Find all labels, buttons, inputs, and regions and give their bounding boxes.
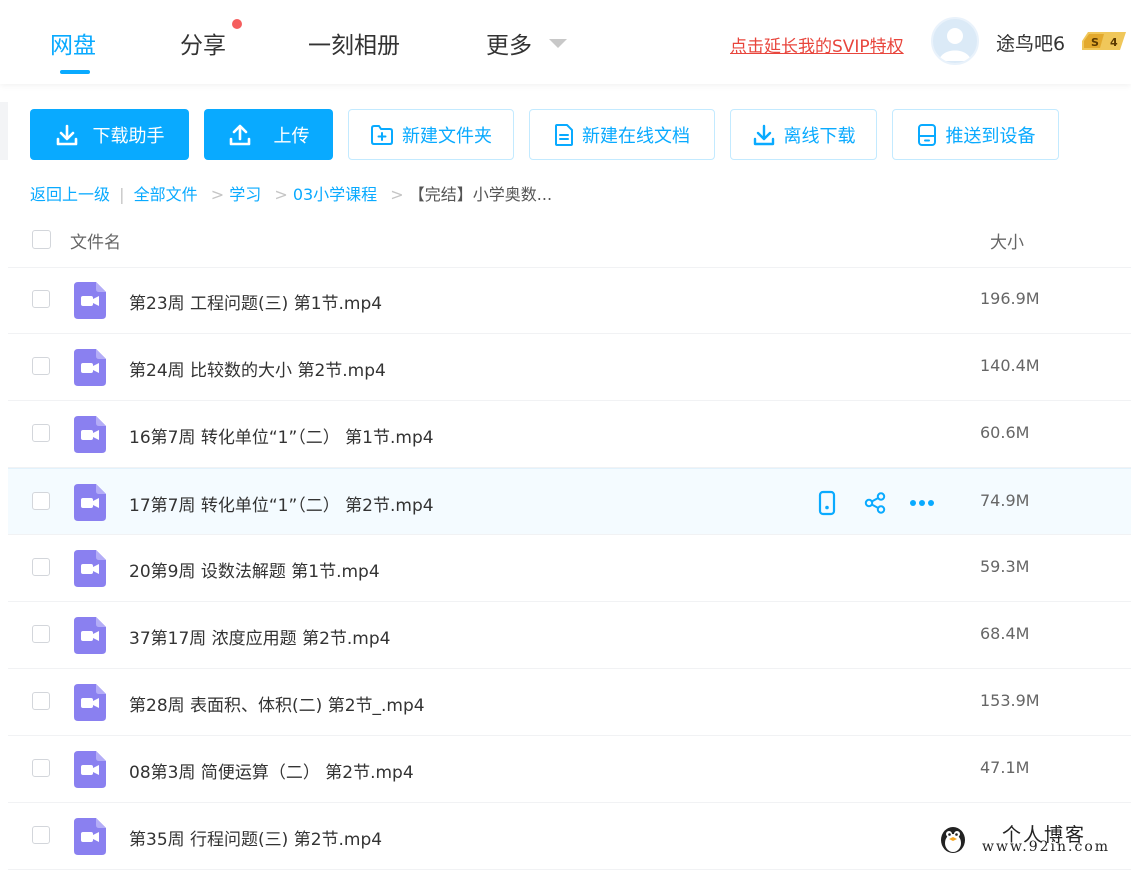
select-all-checkbox[interactable] bbox=[32, 230, 51, 249]
push-to-device-button[interactable]: 推送到设备 bbox=[892, 109, 1059, 160]
file-size: 74.9M bbox=[980, 491, 1030, 510]
file-name[interactable]: 37第17周 浓度应用题 第2节.mp4 bbox=[129, 624, 390, 649]
offline-download-button[interactable]: 离线下载 bbox=[730, 109, 877, 160]
tab-netdisk[interactable]: 网盘 bbox=[50, 26, 96, 60]
new-folder-icon bbox=[371, 124, 393, 145]
watermark: 个人博客 www.92in.com bbox=[932, 818, 1131, 859]
file-name[interactable]: 16第7周 转化单位“1”（二） 第1节.mp4 bbox=[129, 423, 434, 448]
breadcrumb: 返回上一级 | 全部文件 > 学习 > 03小学课程 > 【完结】小学奥数... bbox=[30, 181, 552, 205]
file-checkbox[interactable] bbox=[32, 492, 50, 510]
file-size: 60.6M bbox=[980, 423, 1030, 442]
svip-level-number: 4 bbox=[1110, 36, 1118, 49]
breadcrumb-all-files[interactable]: 全部文件 bbox=[134, 185, 198, 204]
more-icon[interactable] bbox=[909, 490, 935, 516]
video-file-icon bbox=[74, 416, 106, 453]
username[interactable]: 途鸟吧6 bbox=[996, 29, 1065, 56]
svip-renew-link[interactable]: 点击延长我的SVIP特权 bbox=[730, 32, 904, 57]
svip-level-badge-icon: S 4 bbox=[1082, 32, 1126, 50]
file-name[interactable]: 08第3周 简便运算（二） 第2节.mp4 bbox=[129, 758, 414, 783]
tab-more[interactable]: 更多 bbox=[486, 26, 532, 60]
breadcrumb-separator: > bbox=[210, 185, 225, 204]
file-checkbox[interactable] bbox=[32, 357, 50, 375]
download-helper-button[interactable]: 下载助手 bbox=[30, 109, 189, 160]
svip-letter: S bbox=[1091, 36, 1099, 49]
video-file-icon bbox=[74, 818, 106, 855]
breadcrumb-current-folder: 【完结】小学奥数... bbox=[408, 185, 553, 204]
left-sidebar-edge bbox=[0, 102, 8, 160]
column-header-name[interactable]: 文件名 bbox=[70, 228, 121, 253]
file-checkbox[interactable] bbox=[32, 826, 50, 844]
file-row[interactable]: 第28周 表面积、体积(二) 第2节_.mp4 153.9M bbox=[8, 669, 1131, 736]
breadcrumb-primary-courses[interactable]: 03小学课程 bbox=[293, 185, 377, 204]
tab-yike-album[interactable]: 一刻相册 bbox=[308, 26, 400, 60]
file-checkbox[interactable] bbox=[32, 558, 50, 576]
file-row[interactable]: 37第17周 浓度应用题 第2节.mp4 68.4M bbox=[8, 602, 1131, 669]
file-name[interactable]: 第24周 比较数的大小 第2节.mp4 bbox=[129, 356, 386, 381]
new-folder-label: 新建文件夹 bbox=[402, 125, 492, 147]
file-checkbox[interactable] bbox=[32, 625, 50, 643]
file-checkbox[interactable] bbox=[32, 424, 50, 442]
watermark-url: www.92in.com bbox=[982, 839, 1111, 855]
breadcrumb-separator: > bbox=[274, 185, 288, 204]
video-file-icon bbox=[74, 617, 106, 654]
document-icon bbox=[555, 123, 573, 146]
file-row[interactable]: 第23周 工程问题(三) 第1节.mp4 196.9M bbox=[8, 267, 1131, 334]
phone-icon[interactable] bbox=[814, 490, 840, 516]
new-online-doc-label: 新建在线文档 bbox=[582, 125, 690, 147]
video-file-icon bbox=[74, 684, 106, 721]
download-helper-label: 下载助手 bbox=[92, 125, 165, 147]
video-file-icon bbox=[74, 349, 106, 386]
breadcrumb-divider: | bbox=[119, 185, 125, 204]
file-list-header: 文件名 大小 bbox=[8, 210, 1131, 268]
column-header-size[interactable]: 大小 bbox=[990, 228, 1024, 253]
breadcrumb-study[interactable]: 学习 bbox=[229, 185, 261, 204]
file-row[interactable]: 第24周 比较数的大小 第2节.mp4 140.4M bbox=[8, 334, 1131, 401]
push-to-device-label: 推送到设备 bbox=[945, 125, 1036, 147]
file-name[interactable]: 20第9周 设数法解题 第1节.mp4 bbox=[129, 557, 380, 582]
tab-share[interactable]: 分享 bbox=[180, 26, 226, 60]
upload-button[interactable]: 上传 bbox=[204, 109, 333, 160]
breadcrumb-separator: > bbox=[390, 185, 404, 204]
file-row[interactable]: 16第7周 转化单位“1”（二） 第1节.mp4 60.6M bbox=[8, 401, 1131, 468]
file-size: 68.4M bbox=[980, 624, 1030, 643]
file-row[interactable]: 08第3周 简便运算（二） 第2节.mp4 47.1M bbox=[8, 736, 1131, 803]
file-size: 196.9M bbox=[980, 289, 1040, 308]
avatar[interactable] bbox=[931, 17, 979, 65]
default-user-icon bbox=[939, 28, 971, 61]
offline-download-label: 离线下载 bbox=[783, 125, 856, 147]
top-navigation-bar: 网盘 分享 一刻相册 更多 点击延长我的SVIP特权 途鸟吧6 S 4 bbox=[0, 0, 1131, 84]
video-file-icon bbox=[74, 282, 106, 319]
breadcrumb-back-link[interactable]: 返回上一级 bbox=[30, 185, 110, 204]
chevron-down-icon[interactable] bbox=[549, 39, 567, 48]
share-icon[interactable] bbox=[862, 490, 888, 516]
file-size: 59.3M bbox=[980, 557, 1030, 576]
file-checkbox[interactable] bbox=[32, 290, 50, 308]
notification-dot bbox=[232, 19, 242, 29]
download-icon bbox=[56, 124, 77, 145]
file-name[interactable]: 17第7周 转化单位“1”（二） 第2节.mp4 bbox=[129, 491, 434, 516]
file-size: 140.4M bbox=[980, 356, 1040, 375]
video-file-icon bbox=[74, 550, 106, 587]
file-size: 153.9M bbox=[980, 691, 1040, 710]
file-name[interactable]: 第23周 工程问题(三) 第1节.mp4 bbox=[129, 289, 382, 314]
active-tab-indicator bbox=[60, 70, 90, 74]
file-size: 47.1M bbox=[980, 758, 1030, 777]
download-icon bbox=[753, 124, 774, 145]
video-file-icon bbox=[74, 484, 106, 521]
new-online-doc-button[interactable]: 新建在线文档 bbox=[529, 109, 715, 160]
file-row[interactable]: 17第7周 转化单位“1”（二） 第2节.mp4 74.9M bbox=[8, 468, 1131, 535]
file-checkbox[interactable] bbox=[32, 692, 50, 710]
upload-label: 上传 bbox=[273, 125, 310, 147]
device-icon bbox=[917, 123, 936, 146]
penguin-logo-icon bbox=[941, 827, 965, 853]
file-checkbox[interactable] bbox=[32, 759, 50, 777]
file-row[interactable]: 20第9周 设数法解题 第1节.mp4 59.3M bbox=[8, 535, 1131, 602]
file-name[interactable]: 第35周 行程问题(三) 第2节.mp4 bbox=[129, 825, 382, 850]
file-name[interactable]: 第28周 表面积、体积(二) 第2节_.mp4 bbox=[129, 691, 425, 716]
upload-icon bbox=[229, 124, 250, 145]
new-folder-button[interactable]: 新建文件夹 bbox=[348, 109, 514, 160]
video-file-icon bbox=[74, 751, 106, 788]
